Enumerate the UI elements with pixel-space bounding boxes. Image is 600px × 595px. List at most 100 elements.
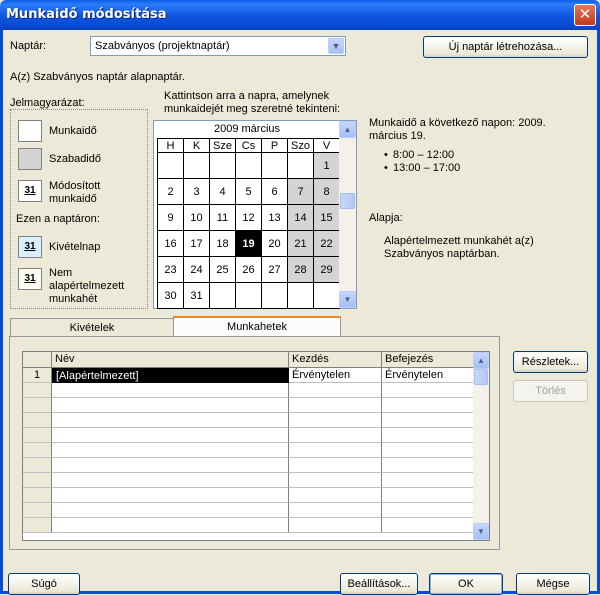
row-header[interactable]	[23, 398, 52, 413]
row-header[interactable]	[23, 443, 52, 458]
cell-start[interactable]	[289, 503, 382, 518]
scroll-up-icon[interactable]: ▲	[473, 352, 489, 369]
cell-finish[interactable]	[382, 398, 475, 413]
cancel-button[interactable]: Mégse	[516, 573, 590, 595]
calendar-day[interactable]: 30	[157, 282, 184, 309]
cell-finish[interactable]	[382, 428, 475, 443]
calendar-day[interactable]: 24	[183, 256, 210, 283]
cell-finish[interactable]	[382, 383, 475, 398]
row-header[interactable]	[23, 458, 52, 473]
tab-exceptions[interactable]: Kivételek	[10, 318, 174, 337]
calendar-day[interactable]: 23	[157, 256, 184, 283]
calendar-day[interactable]: 21	[287, 230, 314, 257]
calendar-day[interactable]: 16	[157, 230, 184, 257]
calendar-select[interactable]: Szabványos (projektnaptár) ▼	[90, 36, 346, 56]
help-button[interactable]: Súgó	[8, 573, 80, 595]
cell-finish[interactable]	[382, 473, 475, 488]
tab-work-weeks[interactable]: Munkahetek	[173, 316, 341, 336]
calendar-day[interactable]: 6	[261, 178, 288, 205]
scroll-down-icon[interactable]: ▼	[473, 523, 489, 540]
delete-button[interactable]: Törlés	[513, 380, 588, 402]
calendar-day[interactable]: 1	[313, 152, 340, 179]
details-button[interactable]: Részletek...	[513, 351, 588, 373]
calendar-day[interactable]: 5	[235, 178, 262, 205]
cell-finish[interactable]	[382, 413, 475, 428]
scroll-down-icon[interactable]: ▼	[339, 291, 356, 308]
calendar-day[interactable]: 9	[157, 204, 184, 231]
cell-name[interactable]	[52, 488, 289, 503]
calendar-day[interactable]: 7	[287, 178, 314, 205]
cell-start[interactable]	[289, 488, 382, 503]
cell-name[interactable]	[52, 518, 289, 533]
calendar-day[interactable]: 3	[183, 178, 210, 205]
calendar-day[interactable]: 12	[235, 204, 262, 231]
row-header[interactable]	[23, 518, 52, 533]
cell-finish[interactable]	[382, 518, 475, 533]
calendar-day[interactable]: 15	[313, 204, 340, 231]
column-header-finish[interactable]: Befejezés	[382, 352, 475, 368]
cell-name[interactable]	[52, 473, 289, 488]
cell-name[interactable]: [Alapértelmezett]	[52, 368, 289, 383]
table-scrollbar[interactable]: ▲ ▼	[473, 352, 489, 540]
cell-finish[interactable]	[382, 503, 475, 518]
close-icon[interactable]: ✕	[574, 4, 596, 26]
cell-name[interactable]	[52, 428, 289, 443]
row-header[interactable]	[23, 428, 52, 443]
cell-start[interactable]	[289, 458, 382, 473]
cell-name[interactable]	[52, 458, 289, 473]
calendar-day[interactable]: 20	[261, 230, 288, 257]
row-header[interactable]	[23, 383, 52, 398]
chevron-down-icon[interactable]: ▼	[328, 38, 344, 54]
weekday-header: Sze	[209, 138, 236, 153]
cell-name[interactable]	[52, 413, 289, 428]
row-header[interactable]: 1	[23, 368, 52, 383]
scroll-thumb[interactable]	[340, 193, 355, 209]
row-header[interactable]	[23, 503, 52, 518]
ok-button[interactable]: OK	[429, 573, 503, 595]
calendar-day[interactable]: 28	[287, 256, 314, 283]
column-header-start[interactable]: Kezdés	[289, 352, 382, 368]
cell-finish[interactable]	[382, 488, 475, 503]
cell-start[interactable]	[289, 473, 382, 488]
calendar-day[interactable]: 26	[235, 256, 262, 283]
calendar-day[interactable]: 4	[209, 178, 236, 205]
cell-start[interactable]	[289, 398, 382, 413]
calendar-day[interactable]: 17	[183, 230, 210, 257]
column-header-name[interactable]: Név	[52, 352, 289, 368]
calendar-day[interactable]: 31	[183, 282, 210, 309]
cell-start[interactable]	[289, 413, 382, 428]
options-button[interactable]: Beállítások...	[340, 573, 418, 595]
calendar-day[interactable]: 14	[287, 204, 314, 231]
calendar-day[interactable]: 11	[209, 204, 236, 231]
cell-name[interactable]	[52, 443, 289, 458]
cell-start[interactable]	[289, 383, 382, 398]
calendar-day[interactable]: 10	[183, 204, 210, 231]
cell-name[interactable]	[52, 398, 289, 413]
cell-start[interactable]	[289, 518, 382, 533]
calendar-day[interactable]: 29	[313, 256, 340, 283]
cell-name[interactable]	[52, 383, 289, 398]
calendar-day[interactable]: 25	[209, 256, 236, 283]
scroll-thumb[interactable]	[474, 369, 488, 385]
row-header[interactable]	[23, 473, 52, 488]
new-calendar-button[interactable]: Új naptár létrehozása...	[423, 36, 588, 58]
calendar-day[interactable]: 2	[157, 178, 184, 205]
calendar-day[interactable]: 18	[209, 230, 236, 257]
calendar-empty-cell	[157, 152, 184, 179]
row-header[interactable]	[23, 413, 52, 428]
calendar-day[interactable]: 22	[313, 230, 340, 257]
scroll-up-icon[interactable]: ▲	[339, 121, 356, 138]
cell-start[interactable]	[289, 443, 382, 458]
cell-start[interactable]: Érvénytelen	[289, 368, 382, 383]
cell-name[interactable]	[52, 503, 289, 518]
calendar-scrollbar[interactable]: ▲ ▼	[339, 121, 356, 308]
cell-finish[interactable]	[382, 443, 475, 458]
calendar-day[interactable]: 19	[235, 230, 262, 257]
row-header[interactable]	[23, 488, 52, 503]
calendar-day[interactable]: 27	[261, 256, 288, 283]
cell-finish[interactable]: Érvénytelen	[382, 368, 475, 383]
calendar-day[interactable]: 13	[261, 204, 288, 231]
calendar-day[interactable]: 8	[313, 178, 340, 205]
cell-finish[interactable]	[382, 458, 475, 473]
cell-start[interactable]	[289, 428, 382, 443]
